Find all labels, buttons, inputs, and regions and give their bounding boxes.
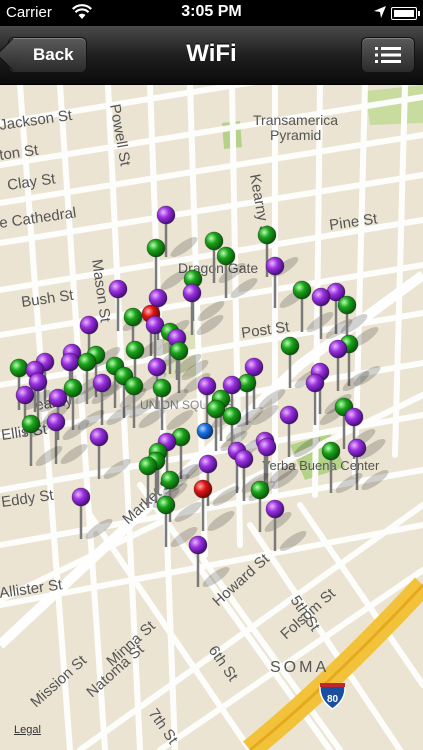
current-location-pin[interactable] (196, 422, 214, 440)
street-label-pyramid: Pyramid (270, 127, 321, 143)
page-title: WiFi (186, 40, 237, 67)
list-icon (375, 47, 401, 63)
street-label-transamerica: Transamerica (253, 112, 338, 128)
battery-icon (391, 7, 420, 20)
legal-link[interactable]: Legal (14, 724, 41, 736)
clock: 3:05 PM (181, 3, 242, 20)
status-bar: Carrier 3:05 PM (0, 0, 423, 26)
map-view[interactable]: 80 Jackson St ton St Clay St e Cathedral… (0, 85, 423, 750)
location-arrow-icon (374, 6, 386, 18)
highway-shield-label: 80 (327, 694, 339, 705)
navigation-bar: Back WiFi (0, 26, 423, 85)
street-label-soma: SOMA (270, 659, 329, 676)
list-menu-button[interactable] (361, 37, 415, 73)
